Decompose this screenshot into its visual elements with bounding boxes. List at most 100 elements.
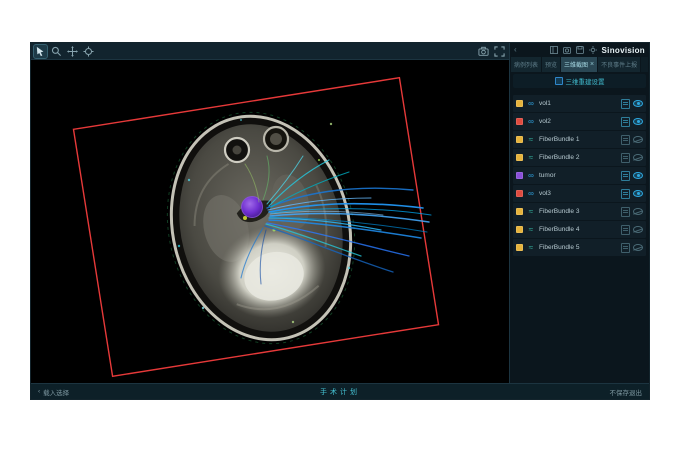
fullscreen-button[interactable]	[493, 45, 506, 58]
layer-visibility-toggle[interactable]	[633, 226, 643, 233]
layer-color-swatch[interactable]	[516, 100, 523, 107]
layer-label: FiberBundle 5	[539, 244, 618, 251]
layer-row[interactable]: FiberBundle 5	[513, 239, 646, 256]
screenshot-icon[interactable]	[563, 46, 572, 55]
cursor-tool-button[interactable]	[34, 45, 47, 58]
layer-properties-icon[interactable]	[621, 117, 630, 127]
tab-preview[interactable]: 预览	[542, 57, 560, 72]
load-selection-label: 载入选择	[43, 387, 69, 397]
pan-tool-button[interactable]	[66, 45, 79, 58]
layer-color-swatch[interactable]	[516, 136, 523, 143]
layer-type-icon	[526, 135, 536, 145]
brain-render	[31, 60, 509, 383]
layer-label: FiberBundle 3	[539, 208, 618, 215]
layer-label: FiberBundle 2	[539, 154, 618, 161]
layer-row[interactable]: FiberBundle 2	[513, 149, 646, 166]
render-canvas[interactable]	[31, 60, 509, 383]
close-tab-icon[interactable]: ×	[590, 61, 594, 68]
layer-label: tumor	[539, 172, 618, 179]
crosshair-tool-button[interactable]	[82, 45, 95, 58]
reconstruction-settings-label: 三维重建设置	[566, 76, 605, 86]
layer-visibility-toggle[interactable]	[633, 244, 643, 251]
layer-type-icon	[526, 99, 536, 109]
fullscreen-icon	[494, 46, 505, 57]
layer-properties-icon[interactable]	[621, 171, 630, 181]
layer-properties-icon[interactable]	[621, 225, 630, 235]
tab-label: 不良事件上报	[601, 60, 637, 69]
bottom-bar: ‹ 载入选择 手术计划 不保存退出	[31, 383, 649, 399]
layer-type-icon	[526, 189, 536, 199]
layer-properties-icon[interactable]	[621, 99, 630, 109]
tab-label: 三维截图	[564, 60, 588, 69]
layer-color-swatch[interactable]	[516, 226, 523, 233]
layer-label: FiberBundle 1	[539, 136, 618, 143]
layer-row[interactable]: vol1	[513, 95, 646, 112]
camera-icon	[478, 46, 489, 57]
layer-label: FiberBundle 4	[539, 226, 618, 233]
layer-properties-icon[interactable]	[621, 207, 630, 217]
layer-visibility-toggle[interactable]	[633, 190, 643, 197]
app-window: ‹ Sinovision 病例列表 预览 三维截图	[30, 42, 650, 400]
layer-list: vol1 vol2 FiberBundle 1	[510, 93, 649, 383]
settings-icon[interactable]	[589, 46, 598, 55]
surgical-plan-label: 手术计划	[320, 387, 360, 397]
exit-without-saving-label: 不保存退出	[610, 387, 643, 397]
crosshair-icon	[83, 46, 94, 57]
layer-color-swatch[interactable]	[516, 154, 523, 161]
zoom-tool-button[interactable]	[50, 45, 63, 58]
layer-color-swatch[interactable]	[516, 190, 523, 197]
layer-color-swatch[interactable]	[516, 208, 523, 215]
load-selection-button[interactable]: ‹ 载入选择	[38, 387, 69, 397]
tab-adverse-event-report[interactable]: 不良事件上报	[598, 57, 640, 72]
tab-label: 预览	[545, 60, 557, 69]
layer-properties-icon[interactable]	[621, 243, 630, 253]
layer-properties-icon[interactable]	[621, 189, 630, 199]
move-icon	[67, 46, 78, 57]
layer-type-icon	[526, 171, 536, 181]
layer-label: vol3	[539, 190, 618, 197]
layer-row[interactable]: vol3	[513, 185, 646, 202]
collapse-panel-icon[interactable]: ‹	[514, 46, 517, 54]
layer-visibility-toggle[interactable]	[633, 118, 643, 125]
capture-button[interactable]	[477, 45, 490, 58]
layer-visibility-toggle[interactable]	[633, 136, 643, 143]
layer-visibility-toggle[interactable]	[633, 100, 643, 107]
layer-label: vol1	[539, 100, 618, 107]
layer-row[interactable]: vol2	[513, 113, 646, 130]
tab-3d-screenshot[interactable]: 三维截图 ×	[561, 57, 597, 72]
layer-type-icon	[526, 153, 536, 163]
layer-row[interactable]: FiberBundle 3	[513, 203, 646, 220]
layer-row[interactable]: FiberBundle 1	[513, 131, 646, 148]
right-panel: ‹ Sinovision 病例列表 预览 三维截图	[509, 43, 649, 383]
panel-header: ‹ Sinovision	[510, 43, 649, 57]
layer-color-swatch[interactable]	[516, 244, 523, 251]
layer-visibility-toggle[interactable]	[633, 208, 643, 215]
layer-type-icon	[526, 117, 536, 127]
layer-type-icon	[526, 243, 536, 253]
layer-row[interactable]: FiberBundle 4	[513, 221, 646, 238]
layer-type-icon	[526, 207, 536, 217]
layer-label: vol2	[539, 118, 618, 125]
layer-color-swatch[interactable]	[516, 172, 523, 179]
tab-case-list[interactable]: 病例列表	[511, 57, 541, 72]
cursor-icon	[35, 46, 46, 57]
brand-logo: Sinovision	[602, 46, 645, 55]
save-icon[interactable]	[576, 46, 585, 55]
tab-label: 病例列表	[514, 60, 538, 69]
exit-without-saving-button[interactable]: 不保存退出	[610, 387, 643, 397]
cube-icon	[555, 77, 563, 85]
layer-type-icon	[526, 225, 536, 235]
magnifier-icon	[51, 46, 62, 57]
reconstruction-settings-button[interactable]: 三维重建设置	[513, 74, 646, 88]
layer-color-swatch[interactable]	[516, 118, 523, 125]
viewport-toolbar	[31, 43, 509, 60]
layer-visibility-toggle[interactable]	[633, 172, 643, 179]
layer-visibility-toggle[interactable]	[633, 154, 643, 161]
panel-tabs: 病例列表 预览 三维截图 × 不良事件上报	[510, 57, 649, 72]
layout-icon[interactable]	[550, 46, 559, 55]
layer-row[interactable]: tumor	[513, 167, 646, 184]
chevron-left-icon: ‹	[38, 388, 40, 395]
viewport-3d	[31, 43, 509, 383]
layer-properties-icon[interactable]	[621, 135, 630, 145]
layer-properties-icon[interactable]	[621, 153, 630, 163]
